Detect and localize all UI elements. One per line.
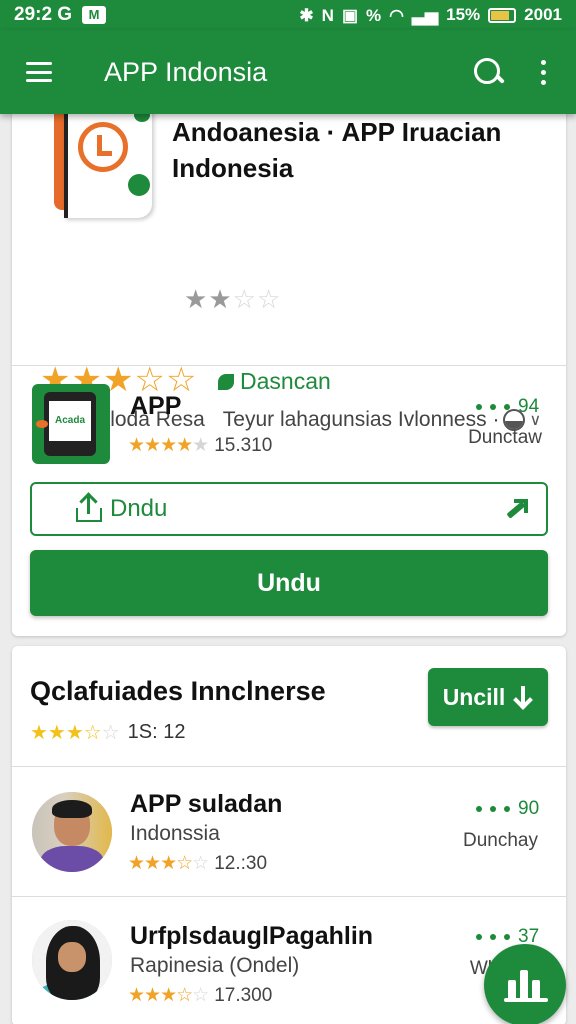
dndu-button-label: Dndu (110, 495, 168, 522)
featured-app-score-value: 94 (518, 396, 540, 417)
status-clock: 2001 (524, 5, 562, 24)
featured-app-rating: ★★★★★ 15.310 (128, 434, 273, 457)
app-bar-title: APP Indonsia (104, 56, 268, 87)
more-options-icon[interactable] (528, 54, 558, 90)
recommended-section-card: Qclafuiades Inncl​nerse ★★★☆☆ 1S: 12 Unc… (12, 646, 566, 1024)
list-item-sub: Rapinesia (Ondel) (130, 954, 300, 977)
featured-app-name[interactable]: APP (130, 392, 181, 421)
download-status: Dasncan (218, 368, 331, 395)
download-status-label: Dasncan (240, 368, 331, 394)
app-bar: APP Indonsia (0, 30, 576, 114)
battery-percent: 15% (446, 5, 481, 24)
list-item-score-value: 90 (518, 798, 540, 819)
app-logo (40, 100, 158, 218)
list-item-sub: Indonssia (130, 822, 220, 845)
list-item-rating: ★★★☆☆ 12.:30 (128, 852, 268, 875)
bluetooth-icon: ✱ (299, 5, 314, 25)
featured-app-rating-count: 15.310 (214, 434, 273, 456)
wifi-icon: ◠ (389, 5, 404, 25)
search-icon[interactable] (470, 54, 506, 90)
list-item-name[interactable]: UrfplsdauglPagahlin (130, 922, 373, 951)
stats-fab-button[interactable] (484, 944, 566, 1024)
mail-icon: M (82, 6, 107, 24)
uncill-button-label: Uncill (442, 683, 506, 710)
app-icon-label: Acada (49, 401, 91, 441)
send-icon (504, 499, 528, 519)
app-icon[interactable]: Acada (32, 384, 110, 464)
share-icon (76, 496, 102, 522)
status-bar: 29:2 G M ✱ N ▣ % ◠ ▃▅ 15% 2001 (0, 0, 576, 30)
leaf-icon (218, 373, 234, 390)
list-item-score-label: Wl (469, 958, 492, 979)
featured-app-score: 94 (476, 396, 539, 418)
menu-icon[interactable] (26, 62, 52, 82)
list-item-score: 90 (476, 798, 539, 820)
battery-icon (488, 7, 517, 23)
status-time: 29:2 G (14, 4, 73, 25)
section-rating: ★★★☆☆ 1S: 12 (30, 721, 186, 744)
list-item-rating-count: 17.300 (214, 984, 273, 1006)
avatar[interactable] (32, 792, 112, 872)
list-item-rating-count: 12.:30 (214, 852, 268, 874)
list-item-score-label: Dunchay (463, 830, 538, 851)
rating-stars-small: ★ ★ ☆ ☆ (184, 284, 281, 314)
uncill-button[interactable]: Uncill (428, 668, 548, 726)
clock-icon (78, 122, 128, 172)
signal-icon: ▃▅ (411, 5, 439, 25)
section-title: Qclafuiades Inncl​nerse (30, 676, 326, 706)
data-icon: % (366, 5, 382, 25)
undu-button[interactable]: Undu (30, 550, 548, 616)
list-item-name[interactable]: APP suladan (130, 790, 282, 819)
nfc-icon: N (321, 5, 334, 25)
app-title: Andoanesia · APP Iruacian Indonesia (172, 117, 502, 183)
bar-chart-icon (504, 970, 548, 1002)
app-detail-card: Andoanesia · APP Iruacian Indonesia ★ ★ ☆ ☆… (12, 100, 566, 636)
avatar[interactable] (32, 920, 112, 1000)
dndu-button[interactable]: Dndu (30, 482, 548, 536)
section-rating-count: 1S: 12 (127, 721, 186, 743)
divider (12, 766, 566, 767)
vibrate-icon: ▣ (341, 5, 359, 25)
divider (12, 365, 566, 366)
download-arrow-icon (513, 686, 533, 708)
list-item-rating: ★★★☆☆ 17.300 (128, 984, 273, 1007)
featured-app-score-label: Dunctaw (468, 427, 542, 448)
divider (12, 896, 566, 897)
